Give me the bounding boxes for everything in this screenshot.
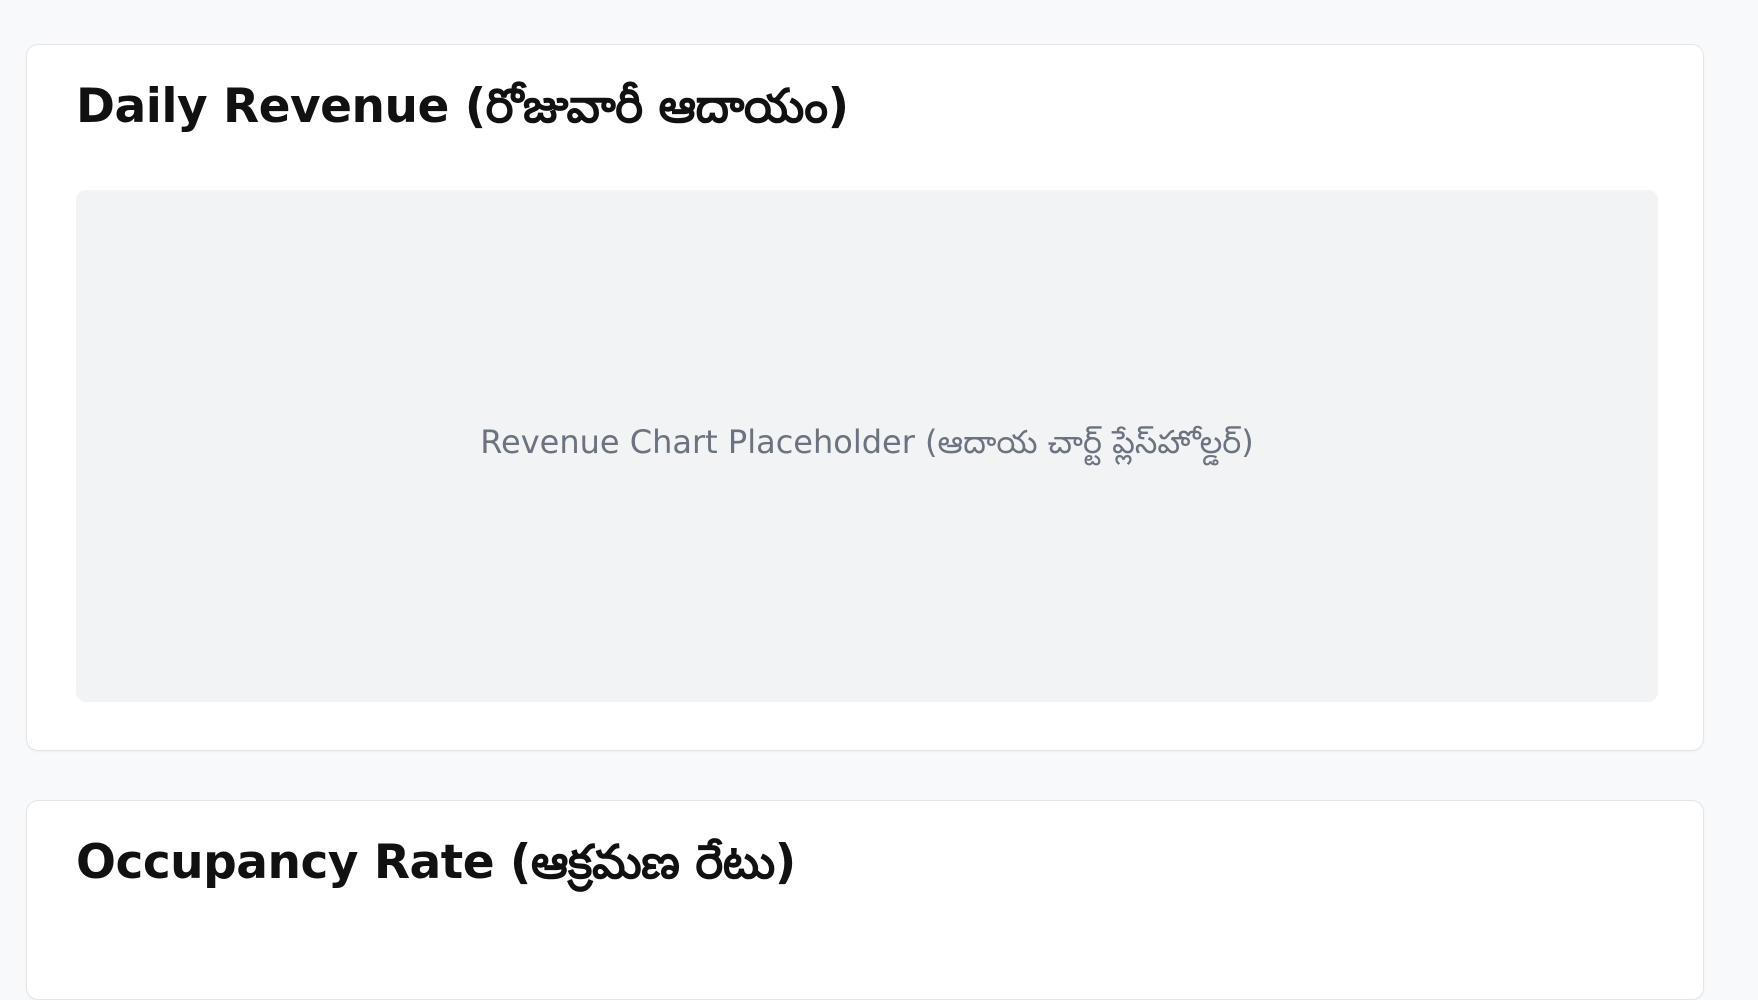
revenue-chart-placeholder: Revenue Chart Placeholder (ఆదాయ చార్ట్ ప… bbox=[76, 190, 1658, 702]
daily-revenue-card: Daily Revenue (రోజువారీ ఆదాయం) Revenue C… bbox=[26, 44, 1704, 751]
occupancy-rate-title: Occupancy Rate (ఆక్రమణ రేటు) bbox=[76, 835, 796, 890]
occupancy-rate-card: Occupancy Rate (ఆక్రమణ రేటు) bbox=[26, 800, 1704, 1000]
revenue-chart-placeholder-text: Revenue Chart Placeholder (ఆదాయ చార్ట్ ప… bbox=[480, 423, 1254, 461]
daily-revenue-title: Daily Revenue (రోజువారీ ఆదాయం) bbox=[76, 79, 849, 134]
